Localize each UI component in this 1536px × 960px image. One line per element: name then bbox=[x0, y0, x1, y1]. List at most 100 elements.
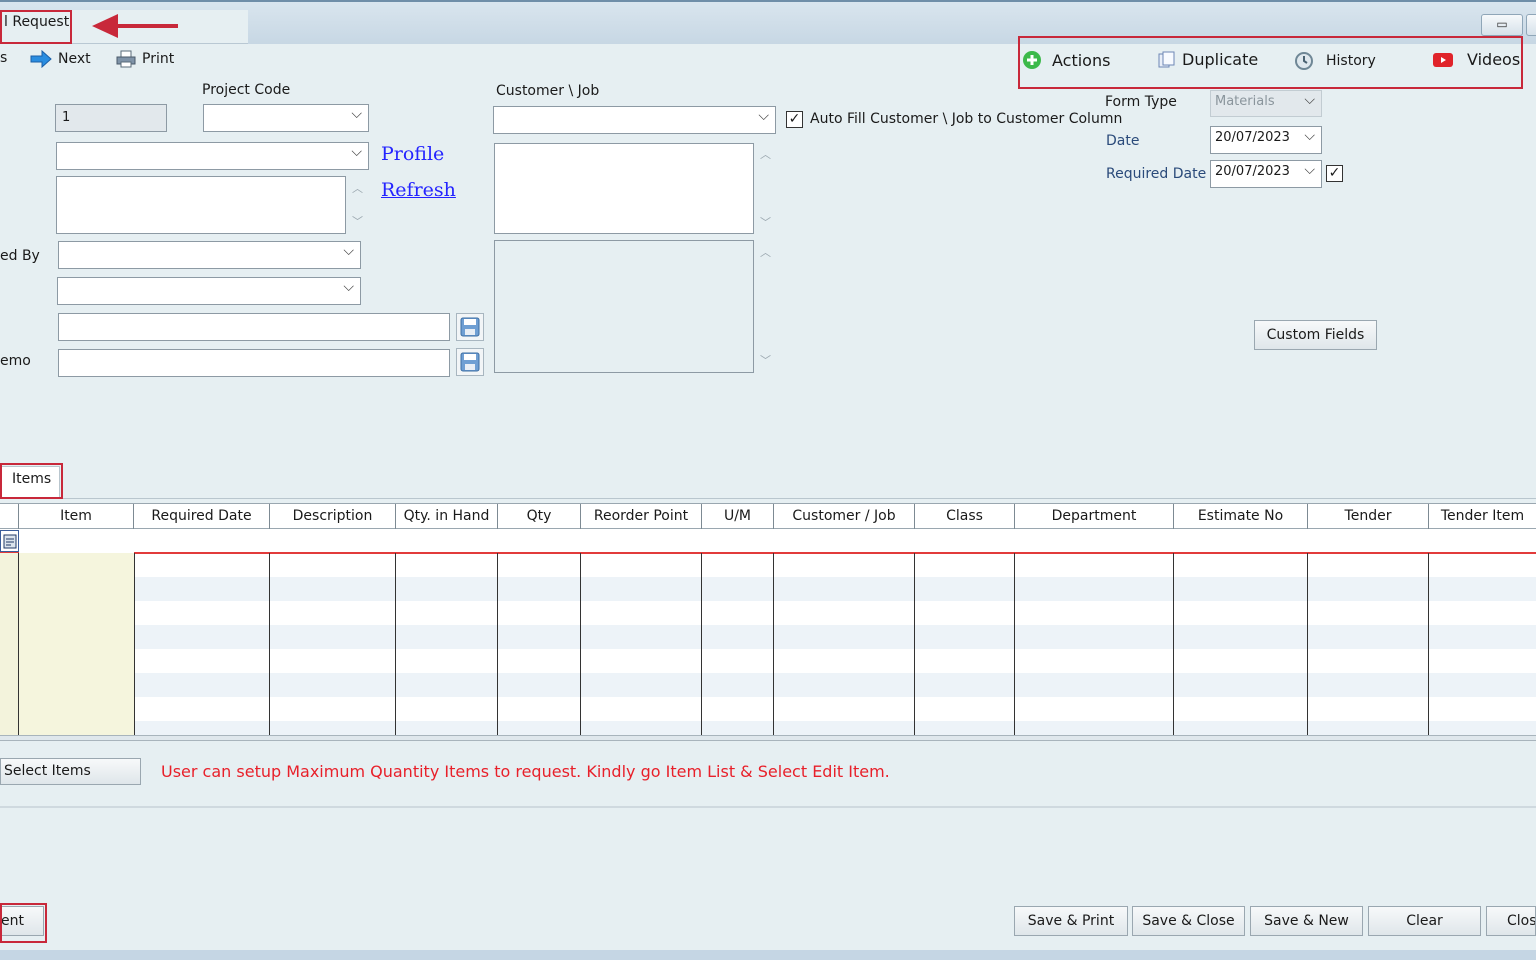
videos-button[interactable]: Videos bbox=[1433, 50, 1520, 69]
arrow-head-icon bbox=[92, 14, 118, 38]
vendor-select[interactable] bbox=[56, 142, 369, 170]
highlight-footer-left bbox=[0, 903, 47, 943]
col-tender-item[interactable]: Tender Item bbox=[1429, 504, 1536, 530]
memo-field[interactable] bbox=[58, 349, 450, 377]
ship-to-textarea[interactable] bbox=[494, 143, 754, 234]
save-print-button[interactable]: Save & Print bbox=[1014, 906, 1128, 936]
clear-button[interactable]: Clear bbox=[1368, 906, 1481, 936]
col-customer-job[interactable]: Customer / Job bbox=[774, 504, 915, 530]
col-qty[interactable]: Qty bbox=[498, 504, 581, 530]
history-button[interactable]: History bbox=[1294, 51, 1376, 71]
grid-col-line bbox=[1173, 553, 1174, 735]
scroll-down-icon[interactable]: ﹀ bbox=[760, 352, 771, 368]
col-estimate-no[interactable]: Estimate No bbox=[1174, 504, 1308, 530]
text-field-1[interactable] bbox=[58, 313, 450, 341]
project-code-select[interactable] bbox=[203, 104, 369, 132]
grid-row-stripe bbox=[0, 577, 1536, 601]
auto-fill-checkbox[interactable]: ✓ bbox=[786, 111, 803, 128]
address-textarea[interactable] bbox=[56, 176, 346, 234]
grid-col-line bbox=[269, 553, 270, 735]
grid-col-line bbox=[580, 553, 581, 735]
number-field[interactable]: 1 bbox=[55, 104, 167, 132]
scroll-up-icon[interactable]: ︿ bbox=[760, 244, 771, 260]
duplicate-button[interactable]: Duplicate bbox=[1158, 50, 1258, 69]
grid-row-stripe bbox=[0, 673, 1536, 697]
notes-textarea[interactable] bbox=[494, 240, 754, 373]
grid-col-line bbox=[1428, 553, 1429, 735]
col-class[interactable]: Class bbox=[915, 504, 1015, 530]
grid-col-line bbox=[1014, 553, 1015, 735]
history-label: History bbox=[1326, 53, 1376, 69]
current-row-line-left bbox=[0, 552, 19, 553]
save-new-button[interactable]: Save & New bbox=[1250, 906, 1363, 936]
status-strip bbox=[0, 950, 1536, 960]
custom-fields-button[interactable]: Custom Fields bbox=[1254, 320, 1377, 350]
new-row-indicator[interactable] bbox=[0, 530, 19, 552]
project-code-label: Project Code bbox=[202, 82, 291, 98]
highlight-title bbox=[0, 10, 72, 44]
print-button[interactable]: Print bbox=[116, 50, 174, 68]
duplicate-label: Duplicate bbox=[1182, 50, 1259, 69]
row-selector-column bbox=[0, 553, 19, 735]
grid-row-stripe bbox=[0, 625, 1536, 649]
video-play-icon bbox=[1433, 52, 1453, 67]
toolbar-prev[interactable]: s bbox=[0, 50, 7, 66]
grid-col-line bbox=[1307, 553, 1308, 735]
date-picker[interactable]: 20/07/2023 bbox=[1210, 126, 1322, 154]
actions-label: Actions bbox=[1052, 50, 1111, 70]
highlight-items-tab bbox=[0, 463, 63, 499]
col-description[interactable]: Description bbox=[270, 504, 396, 530]
arrow-right-icon bbox=[30, 50, 52, 68]
print-label: Print bbox=[142, 51, 175, 67]
date-label: Date bbox=[1106, 133, 1140, 149]
next-button[interactable]: Next bbox=[30, 50, 91, 68]
col-department[interactable]: Department bbox=[1015, 504, 1174, 530]
col-item[interactable]: Item bbox=[19, 504, 134, 530]
items-grid[interactable] bbox=[0, 529, 1536, 735]
col-um[interactable]: U/M bbox=[702, 504, 774, 530]
save-field-1-button[interactable] bbox=[456, 313, 484, 341]
row-selector-header bbox=[0, 504, 19, 530]
required-date-picker[interactable]: 20/07/2023 bbox=[1210, 160, 1322, 188]
floppy-disk-icon bbox=[460, 317, 480, 337]
maximize-button[interactable] bbox=[1526, 14, 1536, 36]
required-date-checkbox[interactable]: ✓ bbox=[1326, 165, 1343, 182]
col-reorder-point[interactable]: Reorder Point bbox=[581, 504, 702, 530]
printer-icon bbox=[116, 50, 136, 68]
grid-col-line bbox=[18, 553, 19, 735]
col-qty-in-hand[interactable]: Qty. in Hand bbox=[396, 504, 498, 530]
col-required-date[interactable]: Required Date bbox=[134, 504, 270, 530]
current-row-line bbox=[134, 552, 1536, 554]
scroll-up-icon[interactable]: ︿ bbox=[760, 146, 771, 162]
secondary-select[interactable] bbox=[57, 277, 361, 305]
customer-job-label: Customer \ Job bbox=[496, 83, 600, 99]
arrow-shaft bbox=[116, 24, 178, 28]
section-divider bbox=[0, 806, 1536, 808]
scroll-up-icon[interactable]: ︿ bbox=[352, 180, 363, 196]
minimize-button[interactable]: ▭ bbox=[1481, 14, 1523, 36]
requested-by-select[interactable] bbox=[58, 241, 361, 269]
customer-job-select[interactable] bbox=[493, 106, 776, 134]
max-quantity-note: User can setup Maximum Quantity Items to… bbox=[161, 762, 890, 781]
grid-col-line bbox=[134, 553, 135, 735]
tab-divider bbox=[0, 498, 1536, 499]
profile-link[interactable]: Profile bbox=[381, 143, 444, 165]
close-button[interactable]: Close bbox=[1486, 906, 1536, 936]
refresh-link[interactable]: Refresh bbox=[381, 179, 456, 201]
grid-col-line bbox=[701, 553, 702, 735]
scroll-down-icon[interactable]: ﹀ bbox=[760, 214, 771, 230]
col-tender[interactable]: Tender bbox=[1308, 504, 1429, 530]
required-date-label: Required Date bbox=[1106, 166, 1207, 182]
duplicate-icon bbox=[1158, 51, 1175, 67]
next-label: Next bbox=[58, 51, 91, 67]
select-items-button[interactable]: Select Items bbox=[0, 758, 141, 785]
grid-scrollbar[interactable] bbox=[0, 735, 1536, 741]
save-close-button[interactable]: Save & Close bbox=[1132, 906, 1245, 936]
form-type-select[interactable]: Materials bbox=[1210, 90, 1322, 117]
grid-col-line bbox=[773, 553, 774, 735]
auto-fill-label: Auto Fill Customer \ Job to Customer Col… bbox=[810, 111, 1123, 127]
grid-col-line bbox=[395, 553, 396, 735]
actions-button[interactable]: Actions bbox=[1022, 50, 1110, 70]
scroll-down-icon[interactable]: ﹀ bbox=[352, 213, 363, 229]
save-memo-button[interactable] bbox=[456, 348, 484, 376]
